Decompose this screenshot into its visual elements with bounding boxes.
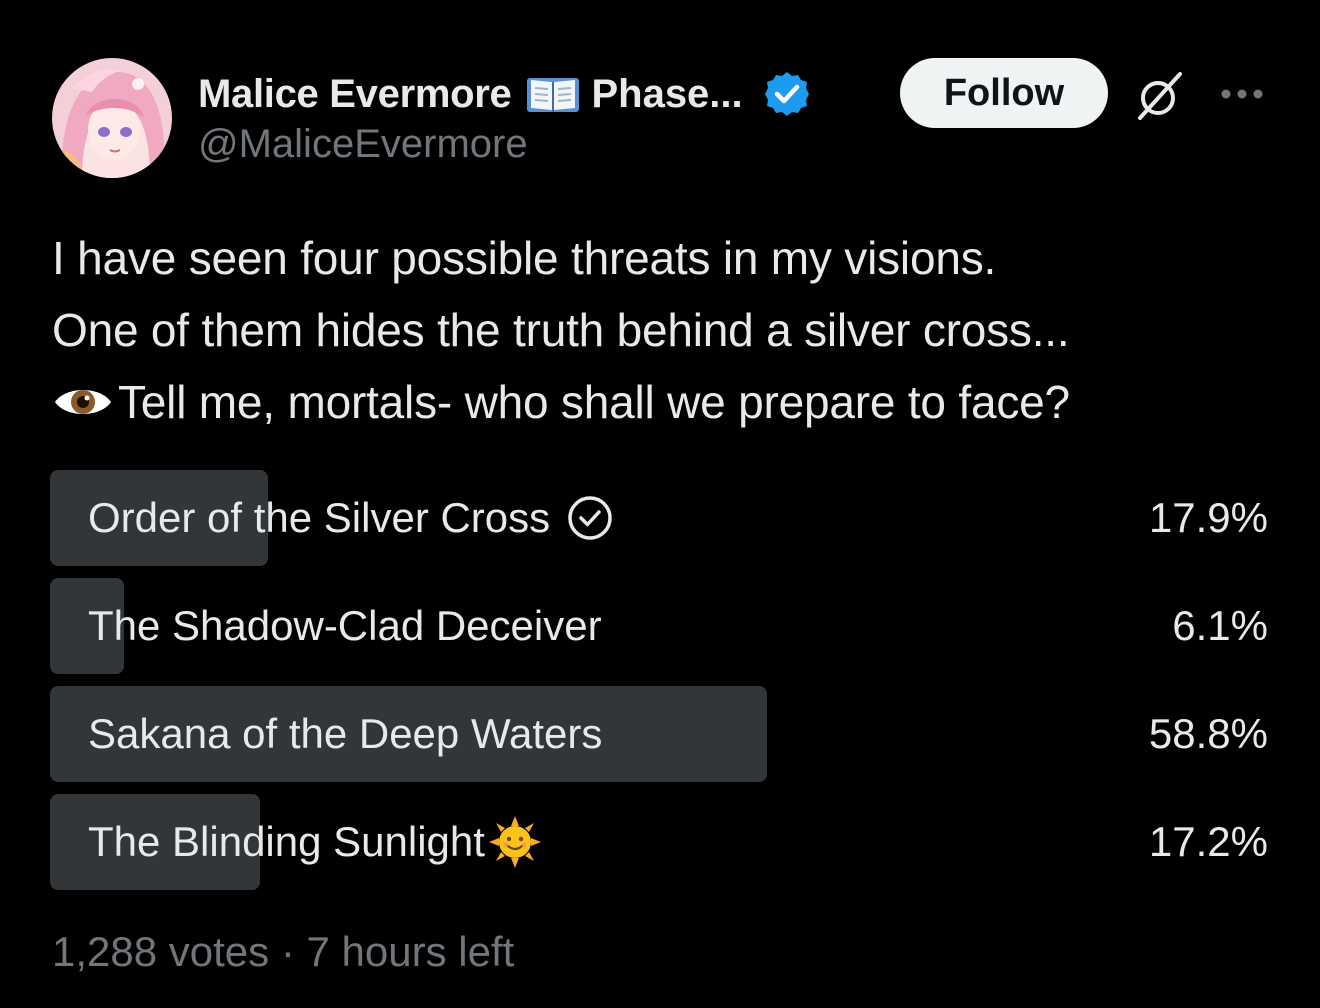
tweet-line-2: One of them hides the truth behind a sil… [52,304,1070,356]
tweet-line-1: I have seen four possible threats in my … [52,232,997,284]
poll-option-percent: 58.8% [1148,710,1268,757]
tweet-line-3-wrapper: Tell me, mortals- who shall we prepare t… [52,366,1282,438]
poll-option-label: Order of the Silver Cross [88,494,551,541]
author-display-name[interactable]: Malice Evermore [198,72,512,117]
poll-option-label-wrapper: Sakana of the Deep Waters [88,686,602,782]
poll-meta: 1,288 votes · 7 hours left [52,928,514,976]
poll-option[interactable]: The Blinding Sunlight 17.2% [50,794,1270,890]
poll-option[interactable]: The Shadow-Clad Deceiver 6.1% [50,578,1270,674]
poll-option-label: Sakana of the Deep Waters [88,710,603,757]
poll-option-label-wrapper: Order of the Silver Cross [88,470,614,566]
poll-option-label: The Shadow-Clad Deceiver [88,602,602,649]
poll-time-left: 7 hours left [306,928,515,975]
avatar[interactable] [52,58,172,178]
tweet-header: Malice Evermore Phase... @MaliceEvermore… [52,56,1282,180]
tweet-line-3: Tell me, mortals- who shall we prepare t… [118,376,1070,428]
poll-option-label-wrapper: The Blinding Sunlight [88,794,543,890]
poll-option-percent: 17.9% [1148,494,1268,541]
author-handle[interactable]: @MaliceEvermore [198,122,528,167]
poll-vote-count: 1,288 votes [52,928,270,975]
poll-option-label-wrapper: The Shadow-Clad Deceiver [88,578,602,674]
poll-option-percent: 6.1% [1172,602,1268,649]
sun-with-face-icon [487,814,543,870]
poll-option[interactable]: Sakana of the Deep Waters 58.8% [50,686,1270,782]
author-name-row[interactable]: Malice Evermore Phase... [198,64,811,124]
poll: Order of the Silver Cross 17.9% The Shad… [50,470,1270,902]
eye-icon [52,370,114,414]
open-book-icon [525,72,581,116]
poll-option-label: The Blinding Sunlight [88,818,485,865]
poll-meta-separator: · [280,928,295,975]
check-circle-icon [566,494,614,542]
tweet-text: I have seen four possible threats in my … [52,222,1282,438]
author-name-suffix[interactable]: Phase... [591,72,742,117]
grok-icon[interactable] [1134,70,1186,122]
poll-option-percent: 17.2% [1148,818,1268,865]
more-options-icon[interactable] [1214,80,1270,108]
follow-button[interactable]: Follow [900,58,1108,128]
verified-badge-icon[interactable] [763,70,811,118]
poll-option[interactable]: Order of the Silver Cross 17.9% [50,470,1270,566]
